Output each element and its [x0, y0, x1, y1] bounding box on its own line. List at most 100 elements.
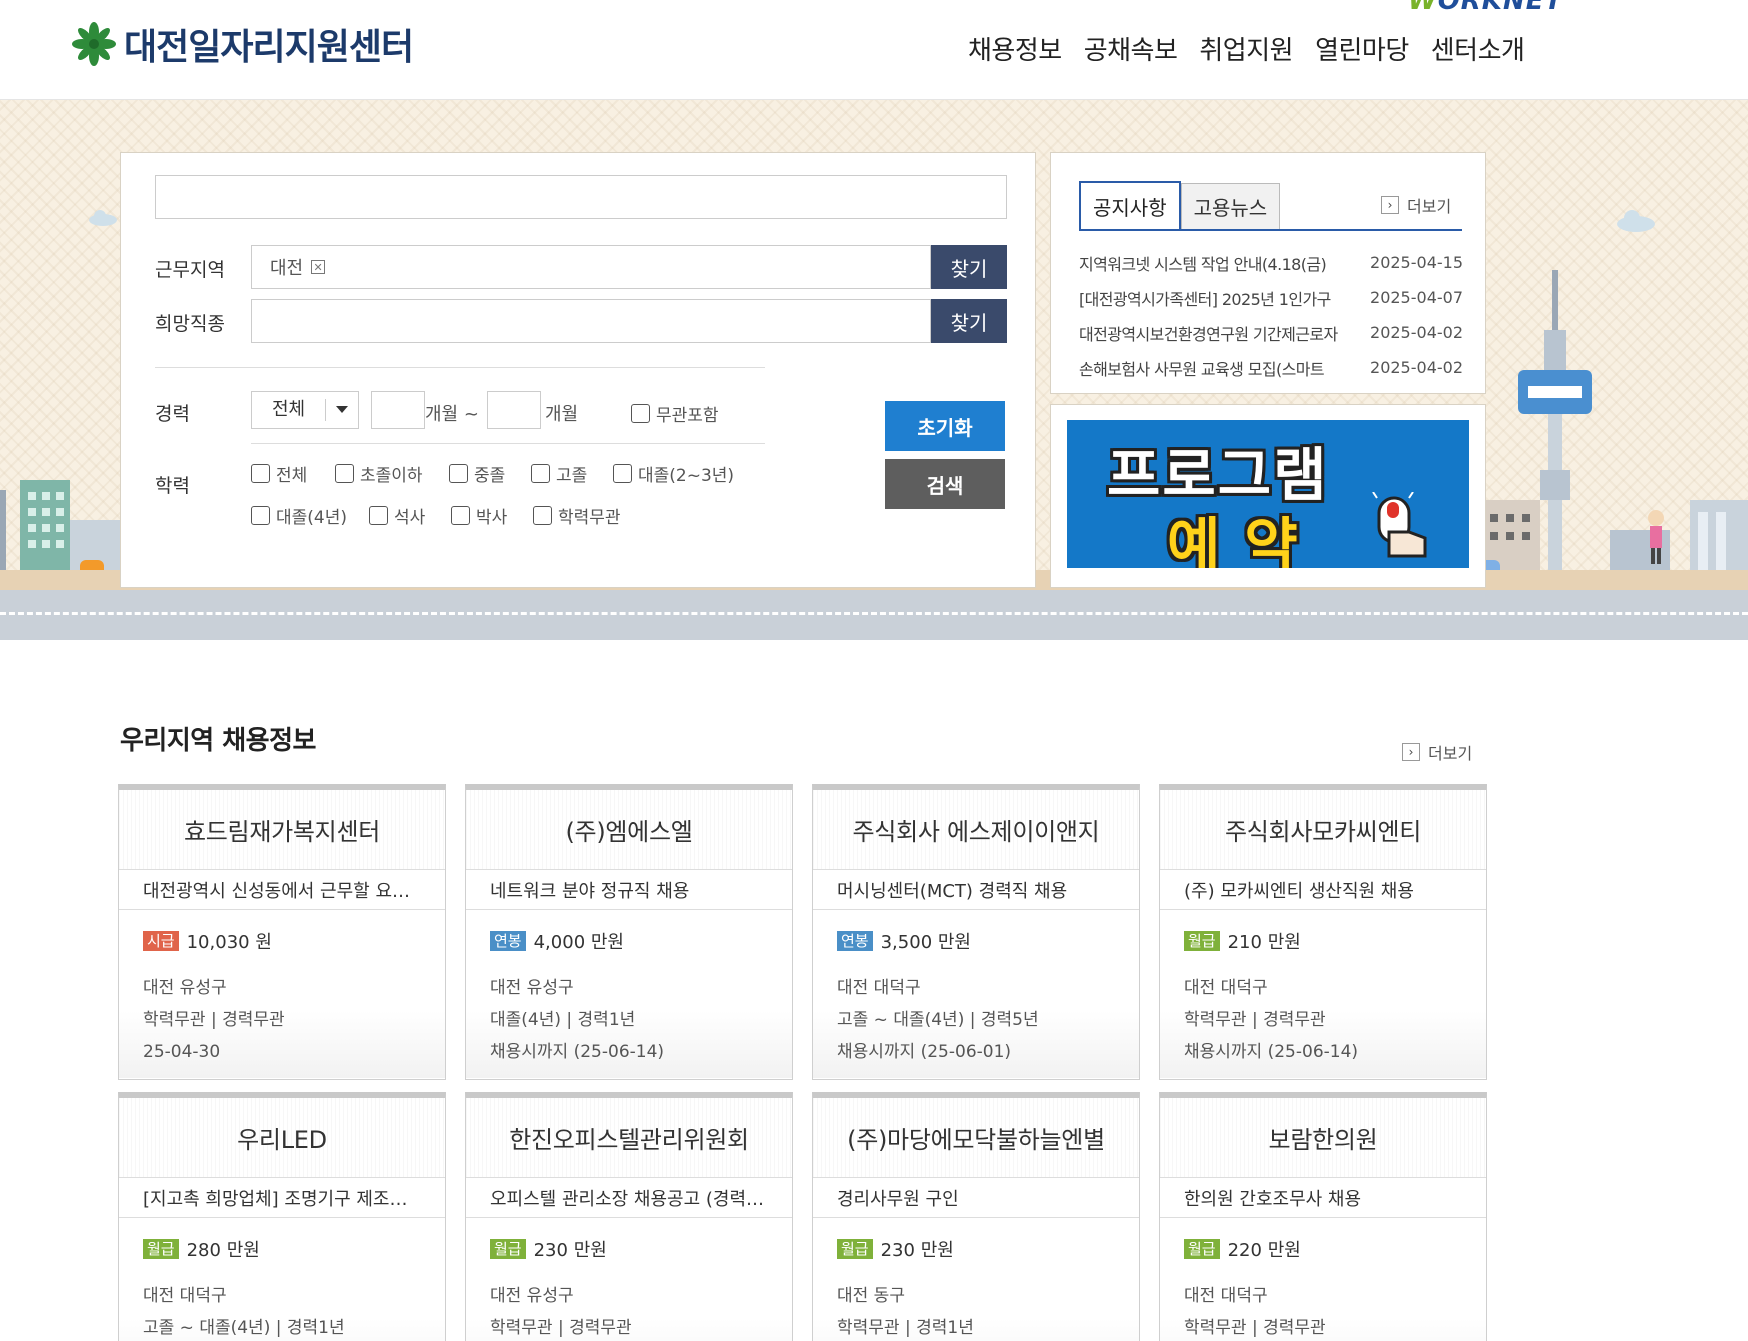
city-right-illustration [1460, 270, 1748, 605]
hero-area: 근무지역 대전 ✕ 찾기 희망직종 찾기 경력 전체 개월 ~ 개월 무관포함 … [0, 100, 1748, 640]
star-logo-icon [72, 22, 116, 66]
tab-notices[interactable]: 공지사항 [1079, 181, 1181, 229]
job-card[interactable]: (주)마당에모닥불하늘엔별 경리사무원 구인 월급 230 만원 대전 동구 학력… [812, 1092, 1140, 1341]
job-location: 대전 유성구 [490, 1286, 574, 1306]
site-logo[interactable]: 대전일자리지원센터 [72, 20, 414, 68]
tab-employment-news[interactable]: 고용뉴스 [1180, 183, 1281, 229]
edu-doctor-checkbox[interactable]: 박사 [451, 503, 507, 528]
site-header: 대전일자리지원센터 WORKNET 채용정보 공채속보 취업지원 열린마당 센터… [0, 0, 1748, 100]
notice-item[interactable]: 지역워크넷 시스템 작업 안내(4.18(금) 2025-04-15 [1079, 245, 1463, 280]
job-card[interactable]: 우리LED [지고촉 희망업체] 조명기구 제조원 모집 월급 280 만원 대전… [118, 1092, 446, 1341]
region-value: 대전 [270, 258, 304, 279]
worknet-logo[interactable]: WORKNET [1408, 0, 1563, 16]
chevron-right-icon: › [1381, 196, 1399, 214]
edu-college-checkbox[interactable]: 대졸(2~3년) [613, 461, 734, 486]
career-select[interactable]: 전체 [251, 391, 359, 429]
job-title: 네트워크 분야 정규직 채용 [490, 880, 690, 902]
cloud-left-icon [89, 210, 117, 226]
nav-employment-support[interactable]: 취업지원 [1199, 30, 1293, 67]
job-card[interactable]: 효드림재가복지센터 대전광역시 신성동에서 근무할 요양보호사 시급 10,030… [118, 784, 446, 1080]
job-location: 대전 유성구 [490, 978, 574, 998]
banner-line2: 예약 [1167, 511, 1322, 568]
job-card[interactable]: (주)엠에스엘 네트워크 분야 정규직 채용 연봉 4,000 만원 대전 유성구… [465, 784, 793, 1080]
notice-item[interactable]: 손해보험사 사무원 교육생 모집(스마트 2025-04-02 [1079, 350, 1463, 385]
month-to-label: 개월 [545, 404, 579, 425]
company-name: 주식회사모카씨엔티 [1224, 818, 1422, 846]
edu-any-checkbox[interactable]: 학력무관 [533, 503, 621, 528]
wage-type-badge: 월급 [1184, 1239, 1220, 1259]
job-title: [지고촉 희망업체] 조명기구 제조원 모집 [143, 1188, 421, 1210]
edu-university-checkbox[interactable]: 대졸(4년) [251, 503, 347, 528]
job-requirements: 학력무관 | 경력무관 [143, 1010, 285, 1030]
job-deadline: 25-04-30 [143, 1042, 221, 1062]
notice-more-link[interactable]: › 더보기 [1381, 193, 1451, 217]
road [0, 590, 1748, 640]
wage-type-badge: 연봉 [490, 931, 526, 951]
wage-amount: 3,500 만원 [880, 932, 971, 953]
notice-item[interactable]: 대전광역시보건환경연구원 기간제근로자 2025-04-02 [1079, 315, 1463, 350]
edu-all-checkbox[interactable]: 전체 [251, 461, 307, 486]
edu-high-checkbox[interactable]: 고졸 [531, 461, 587, 486]
company-name: 주식회사 에스제이이앤지 [852, 818, 1100, 846]
wage-amount: 4,000 만원 [533, 932, 624, 953]
tab-underline [1079, 229, 1462, 231]
caret-down-icon [326, 406, 358, 414]
job-card[interactable]: 보람한의원 한의원 간호조무사 채용 월급 220 만원 대전 대덕구 학력무관 … [1159, 1092, 1487, 1341]
wage-amount: 280 만원 [186, 1240, 260, 1261]
divider [155, 367, 765, 368]
checkbox-box [631, 404, 650, 423]
job-deadline: 채용시까지 (25-06-14) [490, 1042, 665, 1062]
notice-panel: 공지사항 고용뉴스 › 더보기 지역워크넷 시스템 작업 안내(4.18(금) 2… [1050, 152, 1486, 394]
edu-middle-checkbox[interactable]: 중졸 [449, 461, 505, 486]
edu-master-checkbox[interactable]: 석사 [369, 503, 425, 528]
company-name: 효드림재가복지센터 [183, 818, 381, 846]
region-find-button[interactable]: 찾기 [931, 245, 1007, 289]
nav-public-recruit[interactable]: 공채속보 [1084, 30, 1178, 67]
career-label: 경력 [155, 403, 190, 425]
wage-type-badge: 시급 [143, 931, 179, 951]
wage-amount: 10,030 원 [186, 932, 272, 953]
job-requirements: 학력무관 | 경력1년 [837, 1318, 974, 1338]
edu-elementary-checkbox[interactable]: 초졸이하 [335, 461, 423, 486]
company-name: (주)마당에모닥불하늘엔별 [847, 1126, 1105, 1154]
job-title: 오피스텔 관리소장 채용공고 (경력자) [490, 1188, 768, 1210]
career-month-to-input[interactable] [487, 391, 541, 429]
job-card[interactable]: 주식회사 에스제이이앤지 머시닝센터(MCT) 경력직 채용 연봉 3,500 만… [812, 784, 1140, 1080]
job-category-find-button[interactable]: 찾기 [931, 299, 1007, 343]
job-title: 한의원 간호조무사 채용 [1184, 1188, 1362, 1210]
wage-amount: 230 만원 [880, 1240, 954, 1261]
any-career-checkbox[interactable]: 무관포함 [631, 401, 719, 426]
job-card[interactable]: 주식회사모카씨엔티 (주) 모카씨엔티 생산직원 채용 월급 210 만원 대전 … [1159, 784, 1487, 1080]
keyword-search-input[interactable] [155, 175, 1007, 219]
job-category-field[interactable] [251, 299, 931, 343]
chevron-right-icon: › [1402, 743, 1420, 761]
nav-job-info[interactable]: 채용정보 [968, 30, 1062, 67]
nav-center-intro[interactable]: 센터소개 [1431, 30, 1525, 67]
jobs-more-link[interactable]: › 더보기 [1402, 740, 1472, 764]
notice-item[interactable]: [대전광역시가족센터] 2025년 1인가구 2025-04-07 [1079, 280, 1463, 315]
search-button[interactable]: 검색 [885, 459, 1005, 509]
program-reservation-banner[interactable]: 프로그램 예약 [1067, 420, 1469, 568]
job-title: (주) 모카씨엔티 생산직원 채용 [1184, 880, 1414, 902]
job-card[interactable]: 한진오피스텔관리위원회 오피스텔 관리소장 채용공고 (경력자) 월급 230 만… [465, 1092, 793, 1341]
job-location: 대전 유성구 [143, 978, 227, 998]
career-month-from-input[interactable] [371, 391, 425, 429]
nav-open-forum[interactable]: 열린마당 [1315, 30, 1409, 67]
wage-amount: 230 만원 [533, 1240, 607, 1261]
section-title: 우리지역 채용정보 [120, 726, 316, 756]
region-field[interactable]: 대전 ✕ [251, 245, 931, 289]
job-requirements: 고졸 ~ 대졸(4년) | 경력5년 [837, 1010, 1039, 1030]
company-name: 우리LED [237, 1126, 327, 1154]
wage-type-badge: 월급 [490, 1239, 526, 1259]
job-requirements: 학력무관 | 경력무관 [490, 1318, 632, 1338]
job-location: 대전 대덕구 [143, 1286, 227, 1306]
region-label: 근무지역 [155, 259, 225, 281]
main-nav: 채용정보 공채속보 취업지원 열린마당 센터소개 [968, 30, 1525, 67]
remove-region-icon[interactable]: ✕ [311, 260, 326, 274]
job-requirements: 대졸(4년) | 경력1년 [490, 1010, 636, 1030]
job-requirements: 학력무관 | 경력무관 [1184, 1318, 1326, 1338]
wage-type-badge: 월급 [143, 1239, 179, 1259]
company-name: 보람한의원 [1268, 1126, 1378, 1154]
reset-button[interactable]: 초기화 [885, 401, 1005, 451]
career-select-value: 전체 [252, 399, 326, 421]
